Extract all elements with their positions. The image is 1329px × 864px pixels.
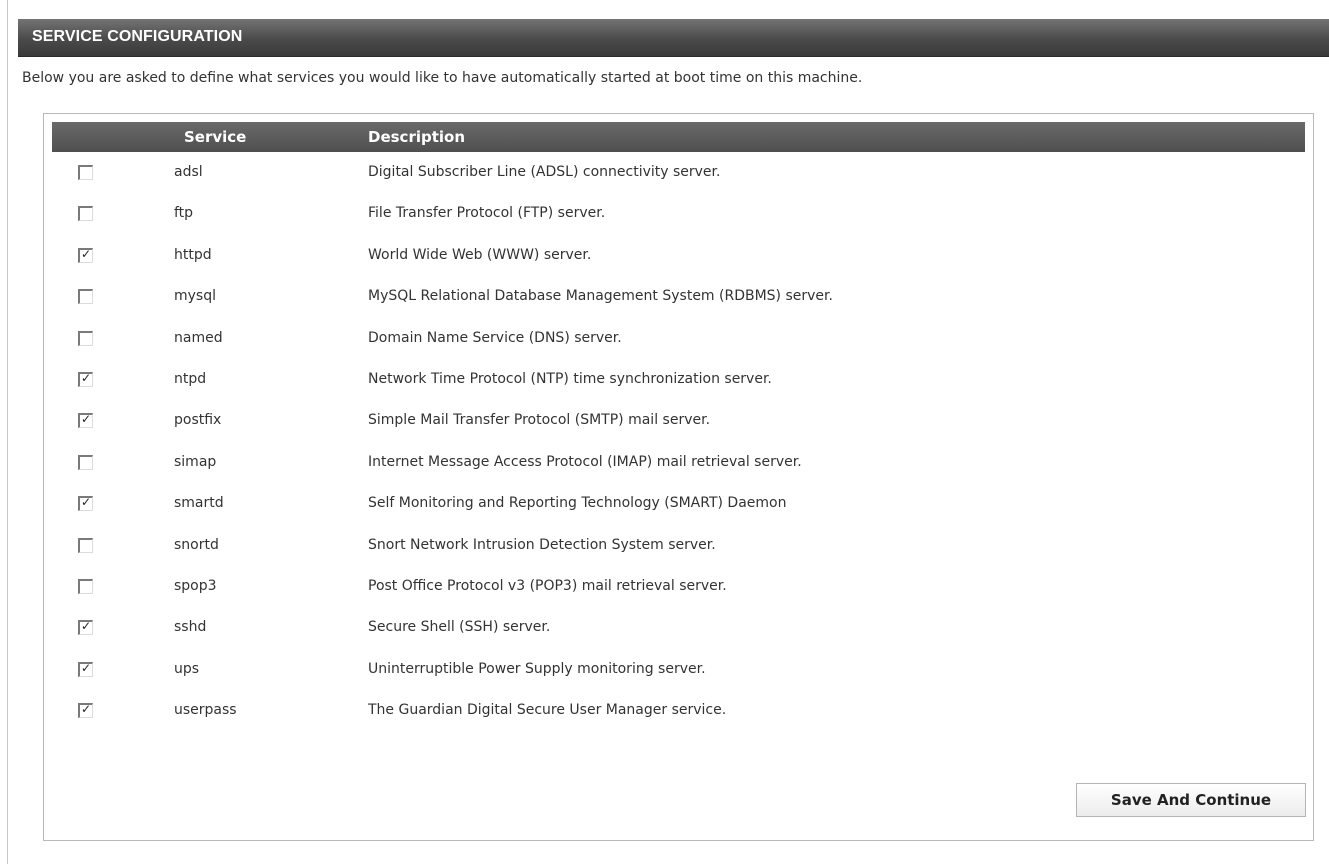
table-row: ✓ adsl Digital Subscriber Line (ADSL) co… [44,153,1313,194]
check-icon: ✓ [81,619,92,634]
service-name: snortd [174,536,219,553]
service-checkbox[interactable]: ✓ [78,495,93,512]
service-checkbox[interactable]: ✓ [78,619,93,636]
service-checkbox[interactable]: ✓ [78,370,93,387]
column-header-description: Description [368,128,466,146]
service-description: Snort Network Intrusion Detection System… [368,536,716,553]
service-checkbox[interactable]: ✓ [78,454,93,470]
service-name: simap [174,453,217,470]
service-description: Digital Subscriber Line (ADSL) connectiv… [368,164,721,180]
service-name: httpd [174,246,212,263]
service-checkbox[interactable]: ✓ [78,246,93,263]
service-name: named [174,329,223,346]
service-description: The Guardian Digital Secure User Manager… [368,702,727,719]
table-row: ✓ httpd World Wide Web (WWW) server. [44,236,1313,277]
check-icon: ✓ [81,246,92,261]
column-header-service: Service [184,128,247,146]
service-checkbox[interactable]: ✓ [78,660,93,677]
service-name: smartd [174,495,224,512]
service-checkbox[interactable]: ✓ [78,330,93,346]
service-checkbox[interactable]: ✓ [78,165,93,180]
service-description: Post Office Protocol v3 (POP3) mail retr… [368,577,727,594]
intro-text: Below you are asked to define what servi… [22,70,863,86]
table-row: ✓ ntpd Network Time Protocol (NTP) time … [44,360,1313,401]
check-icon: ✓ [81,370,92,385]
table-row: ✓ spop3 Post Office Protocol v3 (POP3) m… [44,567,1313,608]
services-panel: Service Description ✓ adsl Digital Subsc… [43,113,1314,841]
service-checkbox[interactable]: ✓ [78,289,93,305]
save-and-continue-button[interactable]: Save And Continue [1076,783,1306,817]
service-description: Secure Shell (SSH) server. [368,619,551,636]
service-name: postfix [174,412,222,429]
service-name: ftp [174,205,194,222]
table-row: ✓ mysql MySQL Relational Database Manage… [44,277,1313,318]
service-description: Internet Message Access Protocol (IMAP) … [368,453,802,470]
service-description: Domain Name Service (DNS) server. [368,329,622,346]
section-header: SERVICE CONFIGURATION [18,19,1329,57]
service-description: Network Time Protocol (NTP) time synchro… [368,370,772,387]
page-left-border [7,0,8,864]
table-row: ✓ named Domain Name Service (DNS) server… [44,319,1313,360]
service-name: sshd [174,619,207,636]
table-row: ✓ simap Internet Message Access Protocol… [44,443,1313,484]
service-name: adsl [174,164,203,180]
service-name: mysql [174,288,216,305]
table-row: ✓ smartd Self Monitoring and Reporting T… [44,484,1313,525]
service-name: spop3 [174,577,217,594]
service-description: Uninterruptible Power Supply monitoring … [368,660,706,677]
check-icon: ✓ [81,702,92,717]
table-row: ✓ ftp File Transfer Protocol (FTP) serve… [44,194,1313,235]
service-checkbox[interactable]: ✓ [78,206,93,222]
check-icon: ✓ [81,495,92,510]
service-description: Simple Mail Transfer Protocol (SMTP) mai… [368,412,711,429]
service-description: World Wide Web (WWW) server. [368,246,592,263]
service-description: Self Monitoring and Reporting Technology… [368,495,787,512]
table-row: ✓ userpass The Guardian Digital Secure U… [44,691,1313,732]
table-row: ✓ ups Uninterruptible Power Supply monit… [44,650,1313,691]
service-checkbox[interactable]: ✓ [78,537,93,553]
service-name: ups [174,660,200,677]
section-title: SERVICE CONFIGURATION [32,28,243,45]
table-header: Service Description [52,122,1305,152]
service-description: MySQL Relational Database Management Sys… [368,288,833,305]
service-name: ntpd [174,370,207,387]
table-row: ✓ sshd Secure Shell (SSH) server. [44,608,1313,649]
table-row: ✓ snortd Snort Network Intrusion Detecti… [44,526,1313,567]
service-checkbox[interactable]: ✓ [78,412,93,429]
check-icon: ✓ [81,660,92,675]
service-checkbox[interactable]: ✓ [78,578,93,594]
service-name: userpass [174,702,237,719]
services-table-body: ✓ adsl Digital Subscriber Line (ADSL) co… [44,153,1313,732]
table-row: ✓ postfix Simple Mail Transfer Protocol … [44,401,1313,442]
service-description: File Transfer Protocol (FTP) server. [368,205,606,222]
service-checkbox[interactable]: ✓ [78,702,93,719]
check-icon: ✓ [81,412,92,427]
